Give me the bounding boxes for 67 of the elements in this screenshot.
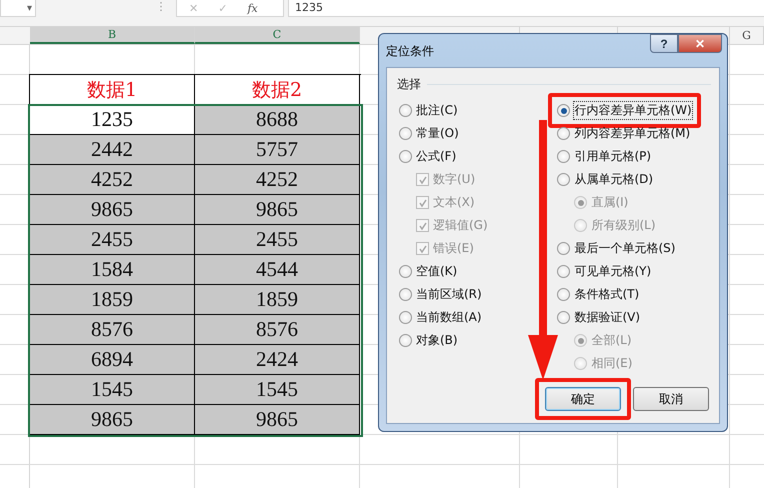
- table-cell: 2455: [30, 225, 195, 255]
- table-cell: 1235: [30, 105, 195, 135]
- option-label[interactable]: 常量(O): [416, 125, 459, 142]
- table-cell: 9865: [195, 405, 360, 435]
- option-label[interactable]: 行内容差异单元格(W): [574, 102, 692, 119]
- table-cell: 9865: [30, 195, 195, 225]
- caret-icon[interactable]: ▾: [26, 2, 32, 14]
- table-header-cell: 数据2: [195, 75, 360, 105]
- option-label[interactable]: 当前数组(A): [416, 309, 482, 326]
- help-button[interactable]: ?: [650, 34, 678, 53]
- table-cell: 1859: [30, 285, 195, 315]
- table-cell: 2442: [30, 135, 195, 165]
- option-label[interactable]: 批注(C): [416, 102, 458, 119]
- radio-button[interactable]: [399, 288, 412, 301]
- radio-button[interactable]: [399, 150, 412, 163]
- option-label[interactable]: 引用单元格(P): [574, 148, 652, 165]
- radio-button[interactable]: [557, 127, 570, 140]
- radio-button[interactable]: [557, 265, 570, 278]
- table-cell: 4252: [195, 165, 360, 195]
- option-label[interactable]: 数据验证(V): [574, 309, 640, 326]
- option-label[interactable]: 条件格式(T): [574, 286, 640, 303]
- grip-icon: ⋮: [146, 0, 176, 13]
- radio-button[interactable]: [557, 288, 570, 301]
- radio-button[interactable]: [557, 242, 570, 255]
- table-header-cell: 数据1: [30, 75, 195, 105]
- option-label[interactable]: 公式(F): [416, 148, 456, 165]
- option-label[interactable]: 可见单元格(Y): [574, 263, 652, 280]
- function-icon[interactable]: fx: [247, 2, 258, 14]
- option-label[interactable]: 最后一个单元格(S): [574, 240, 676, 257]
- column-header[interactable]: G: [742, 29, 751, 42]
- option-label[interactable]: 从属单元格(D): [574, 171, 654, 188]
- radio-button[interactable]: [399, 127, 412, 140]
- table-cell: 6894: [30, 345, 195, 375]
- name-box[interactable]: ▾: [0, 0, 36, 17]
- table-cell: 2424: [195, 345, 360, 375]
- formula-field[interactable]: 1235: [288, 0, 764, 17]
- option-label[interactable]: 当前区域(R): [416, 286, 482, 303]
- table-cell: 4544: [195, 255, 360, 285]
- table-cell: 1859: [195, 285, 360, 315]
- radio-button[interactable]: [399, 265, 412, 278]
- table-cell: 2455: [195, 225, 360, 255]
- table-cell: 1584: [30, 255, 195, 285]
- dialog-button[interactable]: 确定: [545, 387, 621, 411]
- table-cell: 5757: [195, 135, 360, 165]
- table-cell: 1545: [195, 375, 360, 405]
- column-header[interactable]: B: [108, 28, 116, 41]
- radio-button[interactable]: [399, 311, 412, 324]
- table-cell: 8576: [195, 315, 360, 345]
- window-title: 定位条件: [386, 43, 434, 60]
- radio-button[interactable]: [399, 104, 412, 117]
- table-cell: 4252: [30, 165, 195, 195]
- radio-button[interactable]: [557, 173, 570, 186]
- table-cell: 9865: [30, 405, 195, 435]
- radio-button[interactable]: [557, 104, 570, 117]
- table-cell: 9865: [195, 195, 360, 225]
- table-cell: 8688: [195, 105, 360, 135]
- option-label[interactable]: 列内容差异单元格(M): [574, 125, 690, 142]
- table-cell: 8576: [30, 315, 195, 345]
- option-label[interactable]: 对象(B): [416, 332, 458, 349]
- dialog-button[interactable]: 取消: [633, 387, 709, 411]
- radio-button[interactable]: [557, 311, 570, 324]
- option-label[interactable]: 空值(K): [416, 263, 458, 280]
- radio-button[interactable]: [557, 150, 570, 163]
- table-cell: 1545: [30, 375, 195, 405]
- group-label: 选择: [397, 76, 421, 93]
- column-header[interactable]: C: [272, 28, 282, 41]
- radio-button[interactable]: [399, 334, 412, 347]
